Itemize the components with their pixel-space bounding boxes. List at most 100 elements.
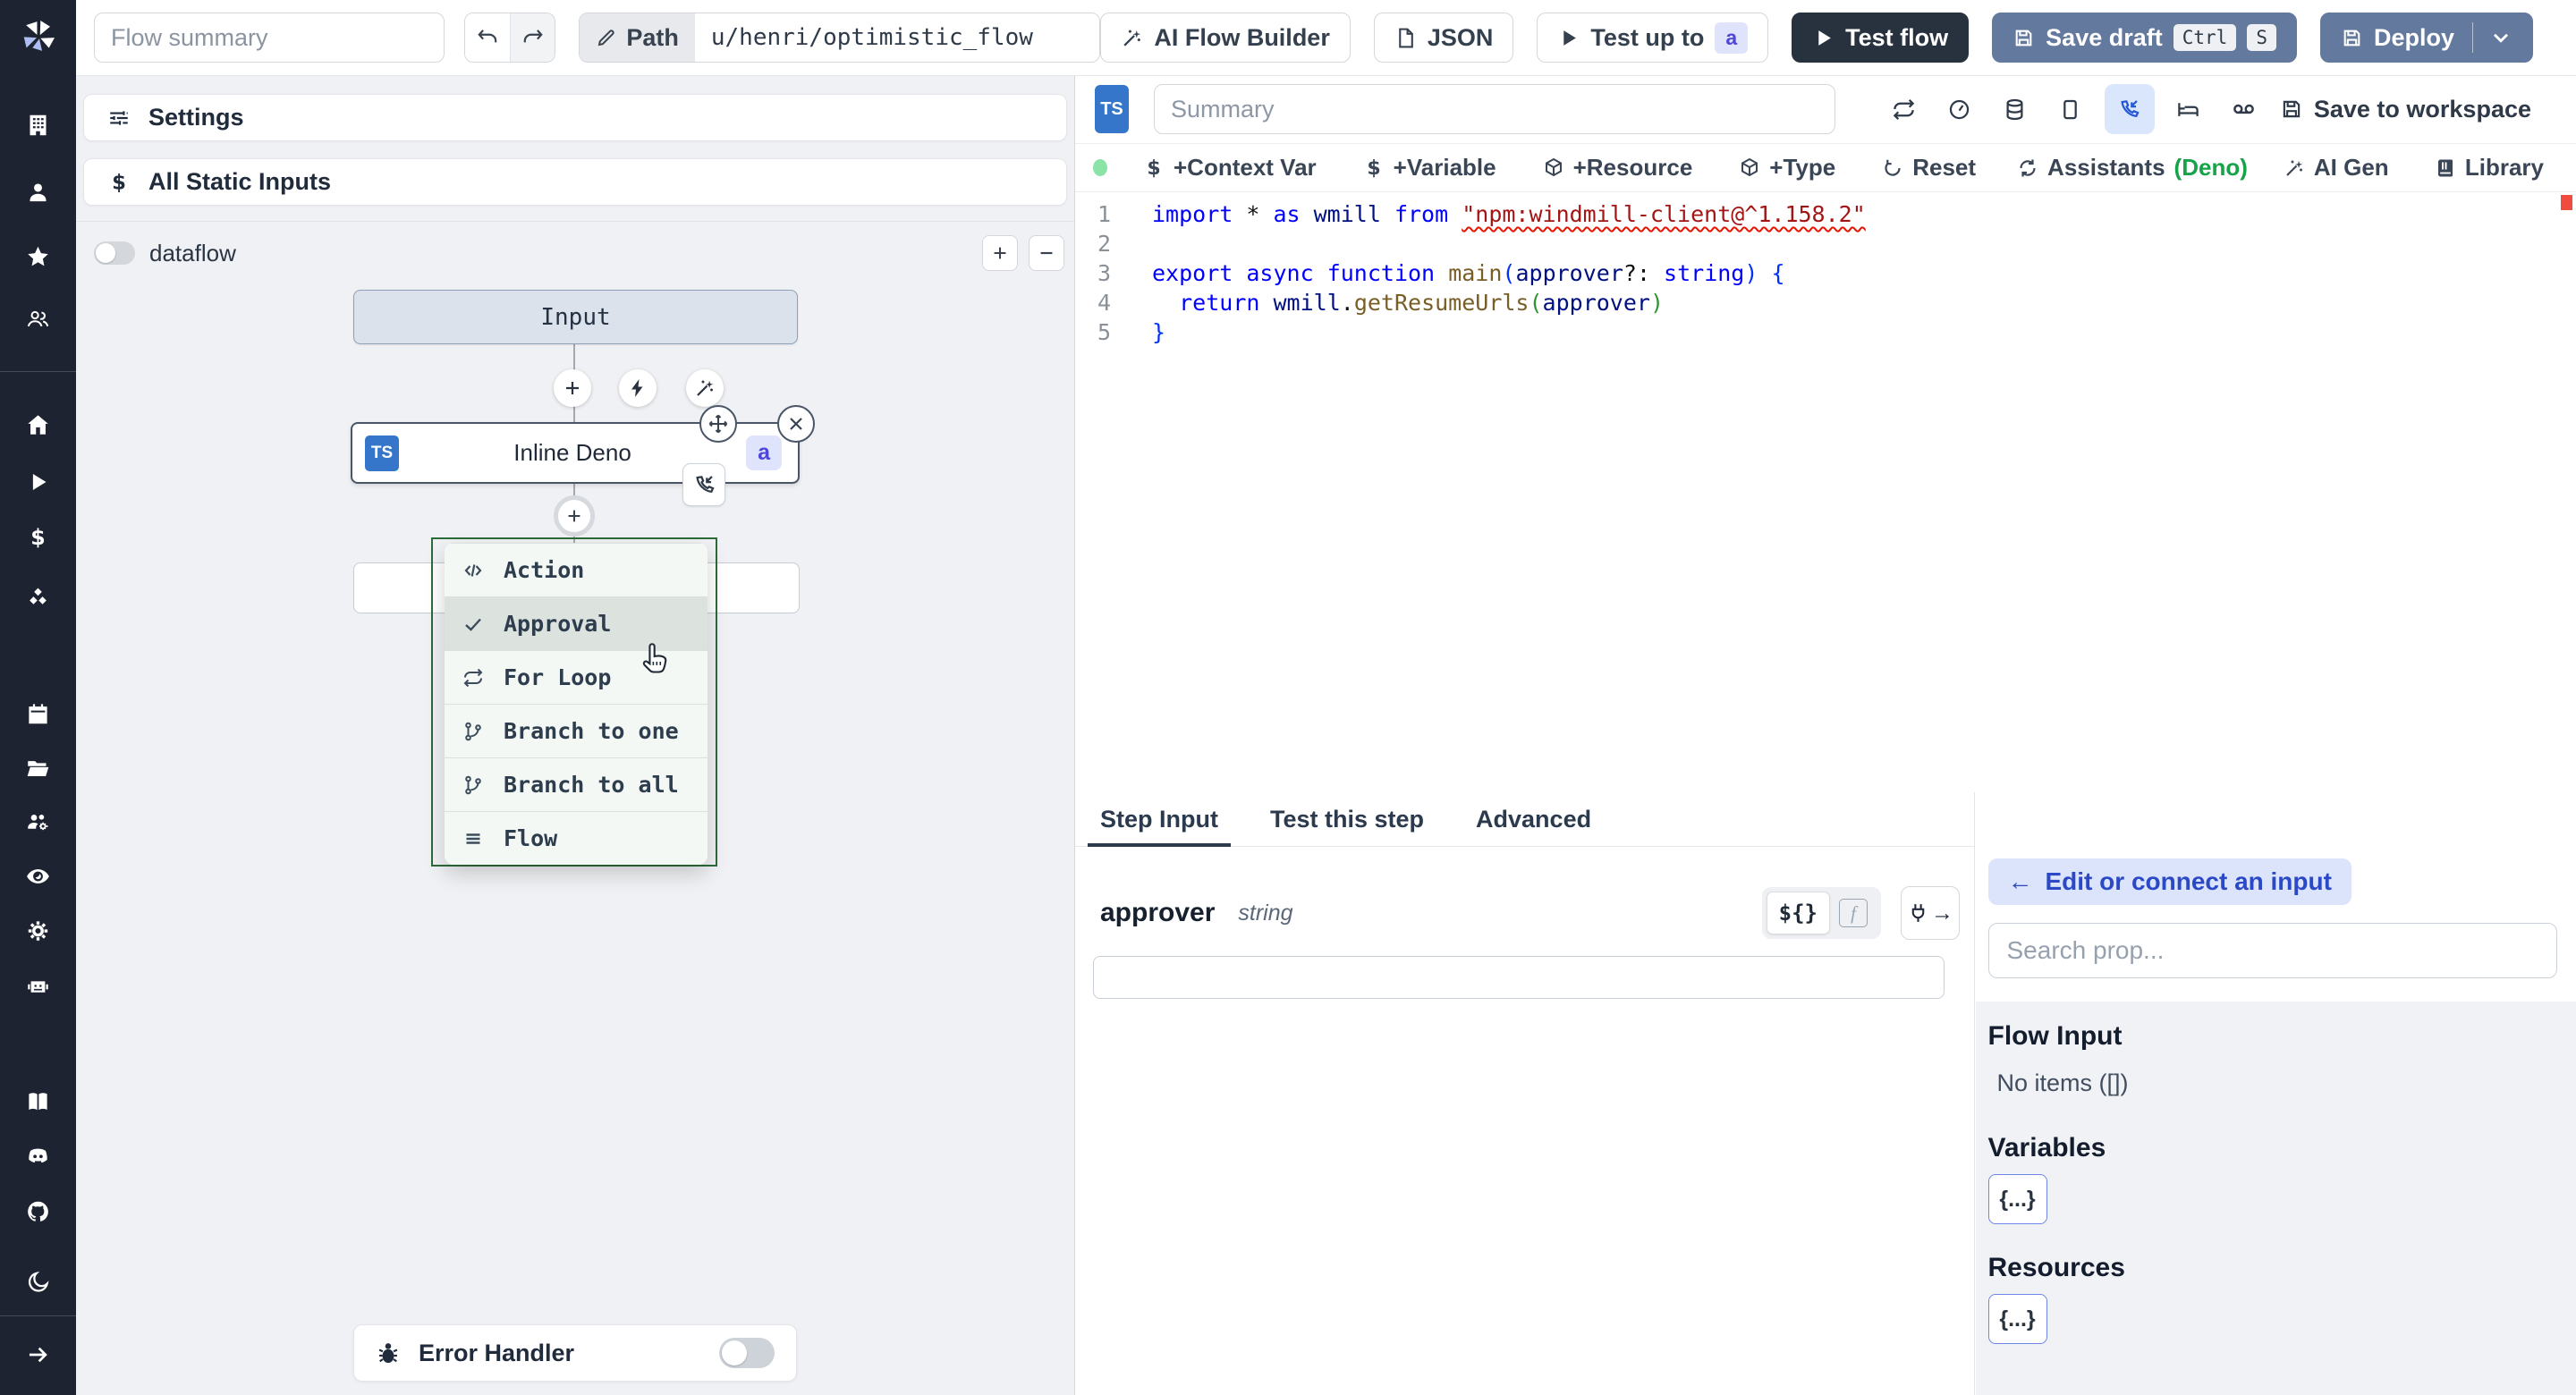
edit-or-connect-pill[interactable]: ← Edit or connect an input [1987, 858, 2351, 905]
input-node[interactable]: Input [353, 290, 798, 344]
sidebar-item[interactable] [0, 811, 76, 835]
test-up-to-button[interactable]: Test up to a [1537, 13, 1769, 63]
move-node-handle[interactable] [699, 405, 737, 443]
tab[interactable]: Test this step [1270, 792, 1424, 846]
menu-item[interactable]: Branch to all [445, 757, 708, 811]
deploy-dropdown[interactable] [2472, 22, 2512, 53]
sidebar-item[interactable] [0, 1343, 76, 1367]
undo-button[interactable] [465, 13, 511, 62]
ai-gen-button[interactable]: AI Gen [2284, 154, 2389, 182]
code-line: 1 import * as wmill from "npm:windmill-c… [1075, 199, 2576, 229]
sleep-button[interactable] [2167, 88, 2210, 131]
step-summary-input[interactable] [1154, 84, 1835, 134]
dataflow-toggle[interactable] [94, 241, 135, 265]
menu-item[interactable]: For Loop [445, 650, 708, 704]
code-editor[interactable]: 1 import * as wmill from "npm:windmill-c… [1075, 192, 2576, 347]
path-field[interactable]: Path u/henri/optimistic_flow [579, 13, 1101, 63]
connect-input-button[interactable]: → [1901, 886, 1960, 940]
zoom-out-button[interactable] [1029, 235, 1064, 271]
home-icon [26, 413, 50, 437]
minus-icon [1037, 243, 1056, 263]
deploy-button[interactable]: Deploy [2319, 13, 2533, 63]
bed-icon [2176, 97, 2200, 122]
windmill-logo-icon[interactable] [0, 16, 76, 57]
ai-flow-builder-button[interactable]: AI Flow Builder [1100, 13, 1351, 63]
sidebar-item[interactable] [0, 245, 76, 269]
sidebar-item[interactable] [0, 702, 76, 726]
insert-step-button[interactable] [554, 369, 591, 407]
sidebar-item[interactable] [0, 1090, 76, 1114]
sidebar-item[interactable] [0, 114, 76, 138]
sidebar-item[interactable] [0, 1315, 76, 1316]
editor-action-button[interactable]: +Variable [1358, 153, 1502, 182]
reset-icon [1882, 157, 1903, 179]
error-handler-toggle[interactable] [719, 1338, 775, 1368]
trigger-button[interactable] [619, 369, 657, 407]
sidebar-item[interactable] [0, 975, 76, 999]
assistants-button[interactable]: Assistants (Deno) [2017, 154, 2248, 182]
library-button[interactable]: Library [2435, 154, 2544, 182]
menu-item[interactable]: Flow [445, 811, 708, 865]
menu-item[interactable]: Approval [445, 596, 708, 650]
typescript-badge: TS [1095, 85, 1129, 133]
sidebar-item[interactable] [0, 865, 76, 889]
sidebar-item[interactable] [0, 470, 76, 495]
insert-step-below-button[interactable] [554, 495, 595, 537]
menu-item[interactable]: Action [445, 543, 708, 596]
sidebar-item[interactable] [0, 1271, 76, 1295]
save-to-workspace-button[interactable]: Save to workspace [2280, 96, 2531, 123]
sidebar-item[interactable] [0, 757, 76, 781]
gauge-icon [1947, 97, 1971, 122]
search-prop-input[interactable] [1987, 923, 2557, 978]
expr-mode-button[interactable]: ${} [1766, 892, 1830, 934]
editor-action-button[interactable]: +Context Var [1138, 153, 1322, 182]
all-static-inputs-card[interactable]: All Static Inputs [83, 158, 1067, 206]
cubes-icon [26, 587, 50, 611]
dollar2-icon [1363, 157, 1385, 179]
calendar-icon [26, 702, 50, 726]
lifetime-button[interactable] [2223, 88, 2266, 131]
sidebar-item[interactable] [0, 413, 76, 437]
mock-button[interactable] [2049, 88, 2092, 131]
code-icon [462, 560, 484, 581]
editor-action-button[interactable]: +Resource [1538, 153, 1699, 182]
sidebar-item[interactable] [0, 181, 76, 205]
sidebar-item[interactable] [0, 1200, 76, 1224]
redo-button[interactable] [510, 13, 555, 62]
variables-heading: Variables [1987, 1133, 2106, 1162]
menu-item[interactable]: Branch to one [445, 704, 708, 757]
sidebar-item[interactable] [0, 308, 76, 332]
error-marker [2561, 195, 2572, 210]
error-handler-card[interactable]: Error Handler [353, 1324, 797, 1382]
settings-card[interactable]: Settings [83, 94, 1067, 141]
sidebar-item[interactable] [0, 919, 76, 943]
ai-suggest-button[interactable] [686, 369, 724, 407]
sidebar-item[interactable] [0, 587, 76, 611]
line-number: 2 [1097, 231, 1111, 257]
github-icon [26, 1200, 50, 1224]
editor-action-button[interactable]: +Type [1733, 153, 1841, 182]
delete-node-button[interactable] [777, 405, 815, 443]
zoom-in-button[interactable] [982, 235, 1018, 271]
save-draft-button[interactable]: Save draft Ctrl S [1992, 13, 2297, 63]
resources-expand-button[interactable]: {...} [1987, 1294, 2047, 1344]
suspend-approval-button[interactable] [2104, 84, 2155, 134]
wand-icon [2284, 157, 2305, 179]
sidebar-item[interactable] [0, 526, 76, 550]
undo-redo-group [464, 13, 556, 63]
variables-expand-button[interactable]: {...} [1987, 1174, 2047, 1224]
flow-summary-input[interactable] [94, 13, 445, 63]
fn-mode-button[interactable]: f [1839, 899, 1868, 927]
json-button[interactable]: JSON [1373, 13, 1514, 63]
tab[interactable]: Advanced [1476, 792, 1591, 846]
cache-button[interactable] [1994, 88, 2037, 131]
sidebar-item[interactable] [0, 371, 76, 372]
tab[interactable]: Step Input [1088, 792, 1231, 847]
sidebar-item[interactable] [0, 1145, 76, 1169]
editor-action-button[interactable]: Reset [1877, 153, 1981, 182]
concurrency-button[interactable] [1938, 88, 1981, 131]
approver-value-input[interactable] [1093, 956, 1945, 999]
test-flow-button[interactable]: Test flow [1792, 13, 1970, 63]
retries-button[interactable] [1883, 88, 1926, 131]
user-icon [26, 181, 50, 205]
